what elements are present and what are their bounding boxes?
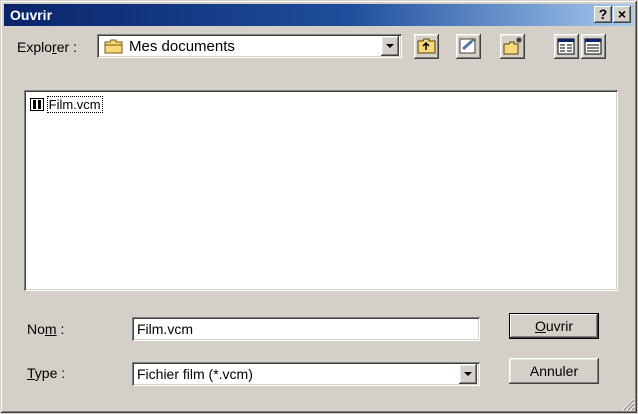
look-in-combo[interactable]: Mes documents [97,34,402,58]
chevron-down-icon [464,372,472,376]
desktop-icon [459,38,476,54]
filetype-label: Type : [27,365,66,381]
close-button[interactable]: × [613,6,631,23]
open-button[interactable]: Ouvrir [509,313,599,339]
film-file-icon [30,98,44,111]
filename-value: Film.vcm [137,321,193,337]
list-view-button[interactable] [554,34,579,59]
folder-up-icon [417,38,436,54]
filetype-value: Fichier film (*.vcm) [137,366,253,382]
cancel-button[interactable]: Annuler [509,358,599,384]
file-list[interactable]: Film.vcm [24,90,618,291]
list-view-icon [557,38,575,55]
open-dialog: Ouvrir ? × Explorer : Mes documents Film… [0,0,638,414]
details-view-icon [584,38,602,55]
look-in-label: Explorer : [17,39,77,55]
chevron-down-icon [386,44,394,48]
filename-input[interactable]: Film.vcm [132,317,480,341]
file-name: Film.vcm [46,96,103,113]
filetype-dropdown-button[interactable] [459,364,477,384]
list-item[interactable]: Film.vcm [30,96,103,113]
resize-grip-icon[interactable] [621,397,635,411]
filename-label: Nom : [27,321,65,337]
up-one-level-button[interactable] [414,34,439,59]
look-in-dropdown-button[interactable] [381,36,399,56]
desktop-button[interactable] [456,34,481,59]
details-view-button[interactable] [581,34,606,59]
window-title: Ouvrir [10,7,53,23]
filetype-combo[interactable]: Fichier film (*.vcm) [132,362,480,386]
new-folder-button[interactable] [500,34,525,59]
look-in-value: Mes documents [129,38,235,55]
help-button[interactable]: ? [594,6,612,23]
title-bar: Ouvrir ? × [4,4,634,26]
new-folder-icon [503,37,522,55]
folder-icon [104,39,123,54]
